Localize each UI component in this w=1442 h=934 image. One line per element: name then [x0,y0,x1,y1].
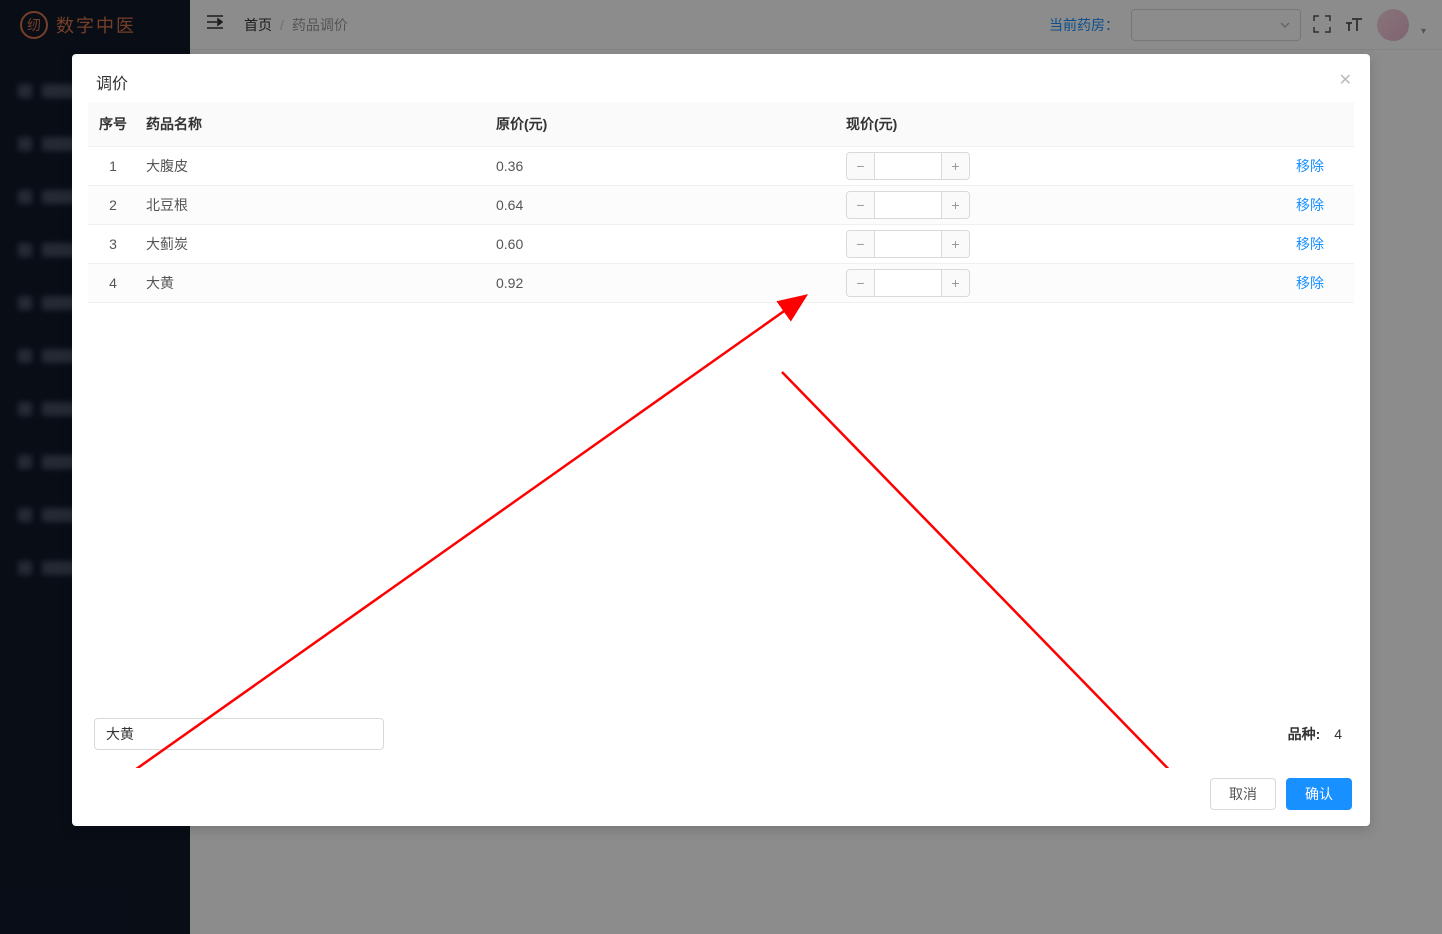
cell-curr-price: − + [838,225,1218,264]
minus-button[interactable]: − [847,270,875,296]
price-stepper[interactable]: − + [846,152,970,180]
cell-orig-price: 0.64 [488,186,838,225]
cell-action: 移除 [1218,147,1354,186]
price-input[interactable] [875,270,941,296]
minus-button[interactable]: − [847,231,875,257]
table-row: 1 大腹皮 0.36 − + 移除 [88,147,1354,186]
table-row: 4 大黄 0.92 − + 移除 [88,264,1354,303]
price-input[interactable] [875,153,941,179]
remove-link[interactable]: 移除 [1296,236,1324,252]
table-row: 2 北豆根 0.64 − + 移除 [88,186,1354,225]
table-row: 3 大蓟炭 0.60 − + 移除 [88,225,1354,264]
plus-button[interactable]: + [941,270,969,296]
variety-info: 品种: 4 [1288,724,1348,744]
cell-action: 移除 [1218,186,1354,225]
plus-button[interactable]: + [941,153,969,179]
col-curr-price: 现价(元) [838,102,1218,147]
cell-orig-price: 0.60 [488,225,838,264]
cell-name: 北豆根 [138,186,488,225]
variety-count: 4 [1334,726,1342,742]
modal-footer: 取消 确认 [72,768,1370,826]
cell-orig-price: 0.92 [488,264,838,303]
cell-name: 大腹皮 [138,147,488,186]
price-stepper[interactable]: − + [846,230,970,258]
bottom-bar: 品种: 4 [88,706,1354,768]
cell-action: 移除 [1218,264,1354,303]
cell-seq: 1 [88,147,138,186]
table-container: 序号 药品名称 原价(元) 现价(元) 1 大腹皮 0.36 − + 移除 2 [88,102,1354,706]
close-icon[interactable]: ✕ [1339,70,1352,90]
col-action [1218,102,1354,147]
price-input[interactable] [875,192,941,218]
cell-seq: 3 [88,225,138,264]
remove-link[interactable]: 移除 [1296,197,1324,213]
cell-curr-price: − + [838,264,1218,303]
modal-header: 调价 ✕ [72,54,1370,102]
price-stepper[interactable]: − + [846,191,970,219]
price-input[interactable] [875,231,941,257]
col-seq: 序号 [88,102,138,147]
modal-body: 序号 药品名称 原价(元) 现价(元) 1 大腹皮 0.36 − + 移除 2 [72,102,1370,768]
remove-link[interactable]: 移除 [1296,158,1324,174]
cell-name: 大黄 [138,264,488,303]
plus-button[interactable]: + [941,231,969,257]
remove-link[interactable]: 移除 [1296,275,1324,291]
cell-curr-price: − + [838,186,1218,225]
minus-button[interactable]: − [847,192,875,218]
price-stepper[interactable]: − + [846,269,970,297]
confirm-button[interactable]: 确认 [1286,778,1352,810]
cell-name: 大蓟炭 [138,225,488,264]
minus-button[interactable]: − [847,153,875,179]
price-table: 序号 药品名称 原价(元) 现价(元) 1 大腹皮 0.36 − + 移除 2 [88,102,1354,303]
cancel-button[interactable]: 取消 [1210,778,1276,810]
modal-title: 调价 [96,70,1346,94]
cell-seq: 4 [88,264,138,303]
cell-action: 移除 [1218,225,1354,264]
col-orig-price: 原价(元) [488,102,838,147]
cell-orig-price: 0.36 [488,147,838,186]
search-input[interactable] [94,718,384,750]
col-name: 药品名称 [138,102,488,147]
cell-seq: 2 [88,186,138,225]
plus-button[interactable]: + [941,192,969,218]
cell-curr-price: − + [838,147,1218,186]
price-adjust-modal: 调价 ✕ 序号 药品名称 原价(元) 现价(元) 1 大腹皮 0.36 [72,54,1370,826]
variety-label: 品种: [1288,726,1321,742]
